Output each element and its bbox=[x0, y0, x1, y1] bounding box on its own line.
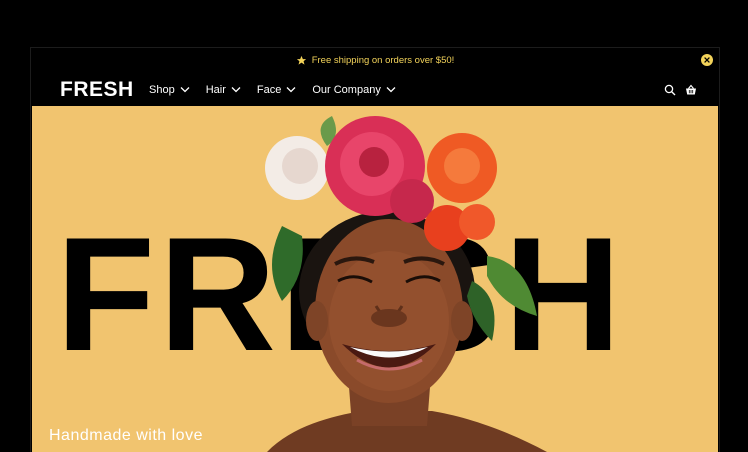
star-icon bbox=[296, 55, 307, 66]
hero-tagline: Handmade with love bbox=[49, 427, 203, 444]
search-icon[interactable] bbox=[664, 84, 676, 96]
main-nav: FRESH Shop Hair Face Our Company bbox=[31, 73, 719, 106]
nav-item-shop[interactable]: Shop bbox=[149, 84, 190, 96]
site-frame: Free shipping on orders over $50! FRESH … bbox=[30, 47, 720, 452]
announcement-text: Free shipping on orders over $50! bbox=[311, 55, 455, 66]
basket-icon[interactable] bbox=[685, 84, 697, 96]
announcement-bar: Free shipping on orders over $50! bbox=[31, 48, 719, 73]
chevron-down-icon bbox=[180, 86, 190, 93]
nav-menu: Shop Hair Face Our Company bbox=[149, 73, 412, 106]
nav-item-label: Our Company bbox=[312, 83, 381, 96]
hero-banner: FRESH bbox=[32, 106, 718, 452]
model-portrait bbox=[265, 116, 547, 452]
logo[interactable]: FRESH bbox=[60, 78, 134, 102]
nav-item-our-company[interactable]: Our Company bbox=[312, 83, 396, 96]
chevron-down-icon bbox=[231, 86, 241, 93]
nav-item-label: Face bbox=[256, 83, 282, 96]
nav-item-label: Hair bbox=[205, 83, 226, 96]
nav-item-hair[interactable]: Hair bbox=[206, 84, 241, 96]
chevron-down-icon bbox=[286, 86, 296, 93]
close-icon[interactable] bbox=[701, 54, 713, 66]
chevron-down-icon bbox=[386, 86, 396, 93]
nav-item-label: Shop bbox=[149, 83, 175, 96]
nav-item-face[interactable]: Face bbox=[257, 84, 296, 96]
header-icons bbox=[655, 73, 697, 106]
